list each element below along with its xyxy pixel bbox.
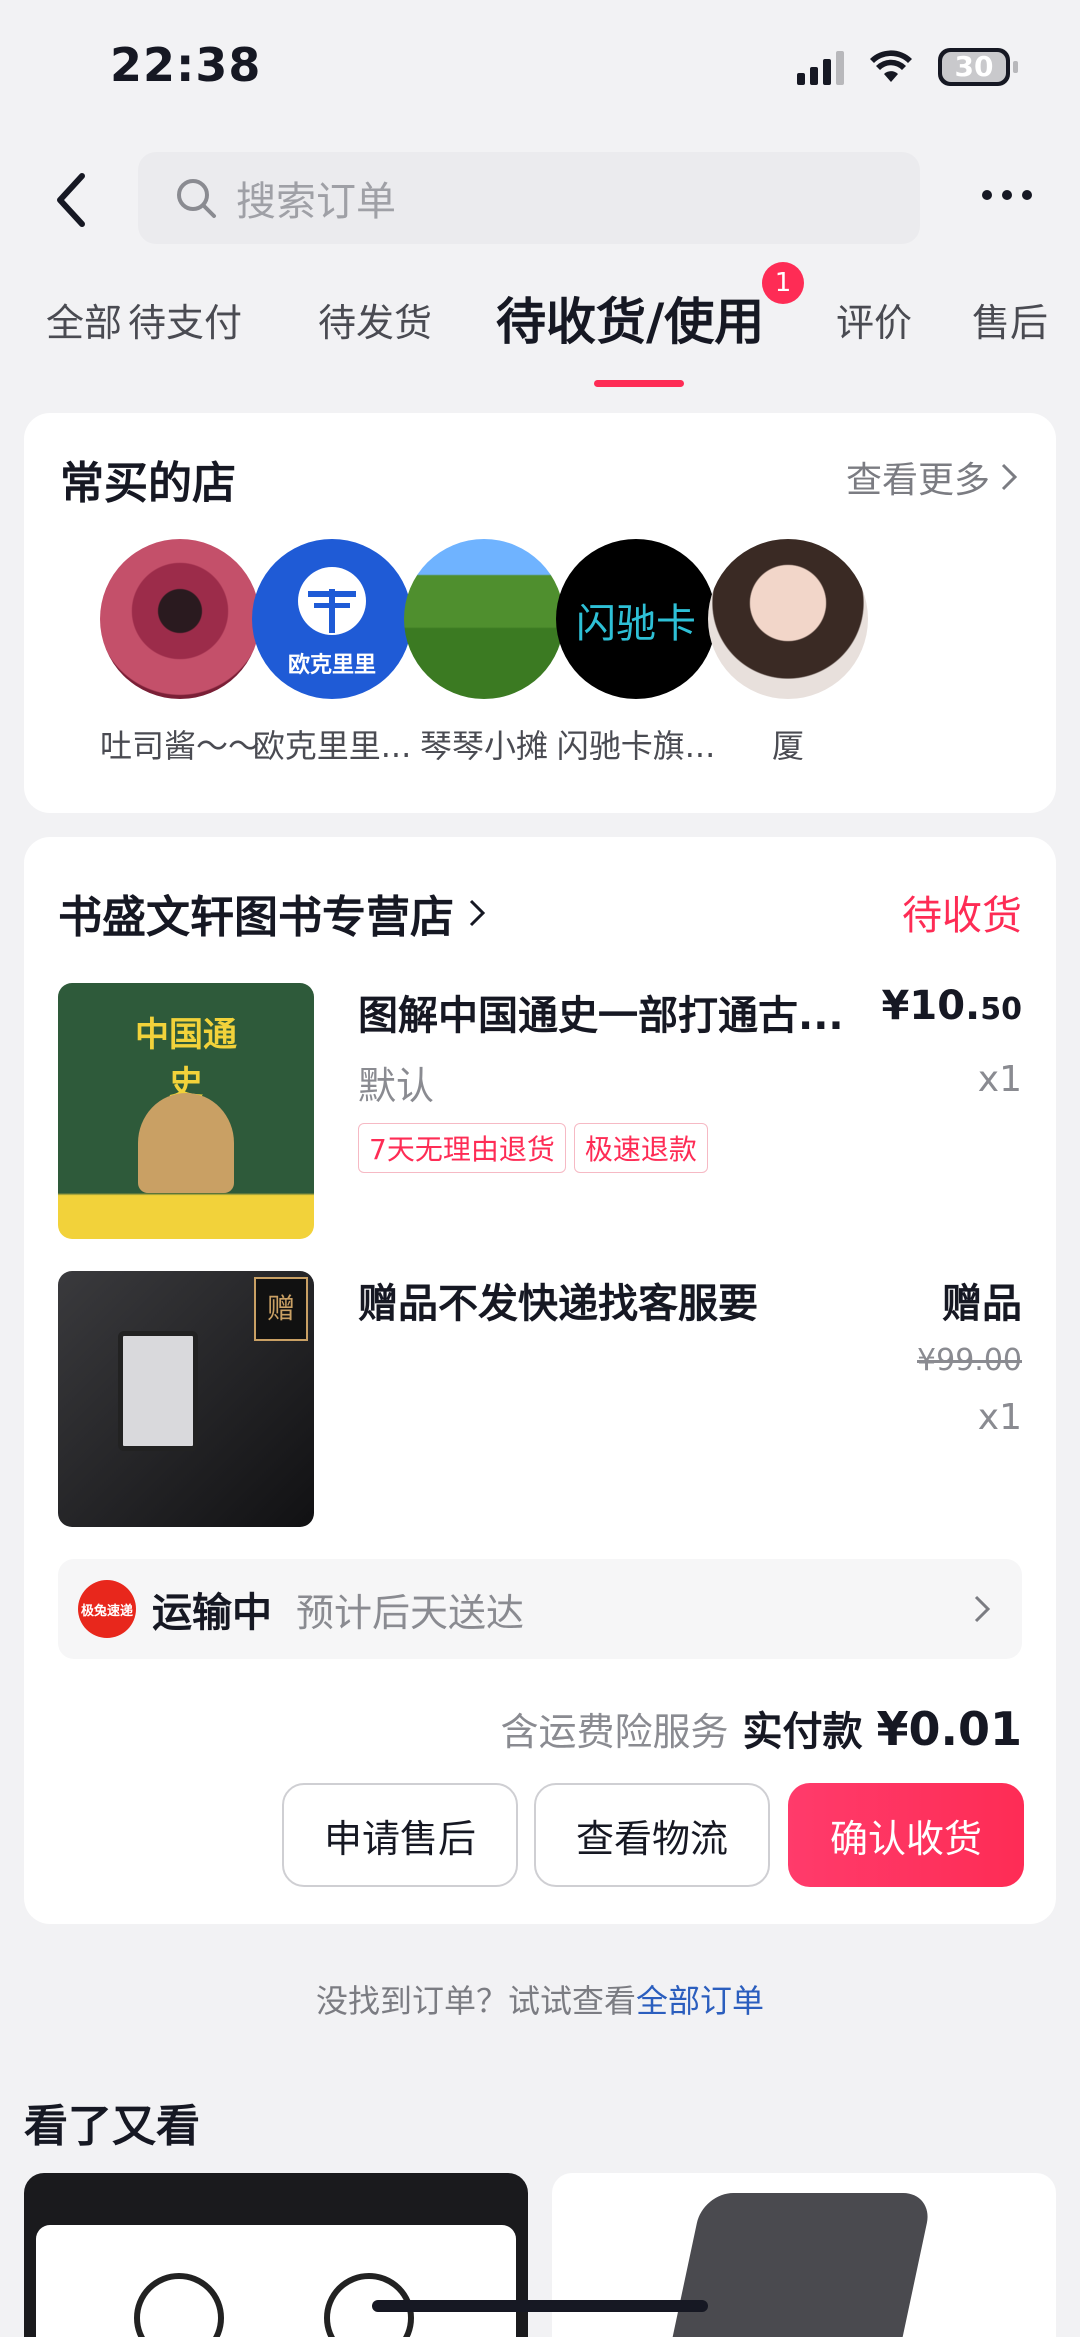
top-nav: 搜索订单 bbox=[0, 140, 1080, 260]
chevron-right-icon bbox=[469, 899, 486, 927]
tab-pending-payment[interactable]: 待支付 bbox=[128, 292, 268, 347]
tab-pending-receipt[interactable]: 待收货/使用 bbox=[496, 282, 764, 354]
tab-badge-count: 1 bbox=[762, 262, 804, 304]
chevron-right-icon bbox=[974, 1595, 991, 1623]
tab-after-sales[interactable]: 售后 bbox=[972, 292, 1048, 347]
payment-summary: 含运费险服务 实付款 ¥0.01 bbox=[500, 1699, 1022, 1757]
logistics-eta: 预计后天送达 bbox=[296, 1590, 525, 1635]
paid-label: 实付款 bbox=[742, 1709, 863, 1755]
see-more-link[interactable]: 查看更多 bbox=[846, 451, 1020, 503]
battery-level: 30 bbox=[954, 50, 994, 83]
product-spec: 默认 bbox=[358, 1064, 435, 1108]
order-item[interactable]: 中国通史 图解中国通史一部打通古... 默认 ¥10.50 x1 7天无理由退货… bbox=[58, 983, 1022, 1239]
more-options-icon[interactable] bbox=[982, 190, 1032, 200]
shop-name: 厦 bbox=[771, 727, 804, 765]
order-item-gift[interactable]: 赠 赠品不发快递找客服要 赠品 ¥99.00 x1 bbox=[58, 1271, 1022, 1527]
home-indicator[interactable] bbox=[372, 2300, 708, 2312]
paid-amount: ¥0.01 bbox=[876, 1702, 1022, 1756]
back-arrow-icon[interactable] bbox=[48, 170, 98, 230]
product-title: 图解中国通史一部打通古... bbox=[358, 993, 844, 1039]
gift-quantity: x1 bbox=[977, 1397, 1022, 1438]
frequent-shops-card: 常买的店 查看更多 吐司酱〜〜 欧克里里 欧克里里... 琴琴小摊 闪驰卡 闪驰… bbox=[24, 413, 1056, 813]
tag-fast-refund: 极速退款 bbox=[573, 1123, 708, 1173]
confirm-receipt-button[interactable]: 确认收货 bbox=[788, 1783, 1024, 1887]
shop-list: 吐司酱〜〜 欧克里里 欧克里里... 琴琴小摊 闪驰卡 闪驰卡旗... 厦 bbox=[24, 539, 1056, 789]
product-thumbnail: 中国通史 bbox=[58, 983, 314, 1239]
frequent-shops-title: 常买的店 bbox=[60, 458, 236, 509]
logistics-bar[interactable]: 极兔速递 运输中 预计后天送达 bbox=[58, 1559, 1022, 1659]
status-time: 22:38 bbox=[110, 38, 262, 92]
status-icons: 30 bbox=[797, 48, 1018, 86]
gift-label: 赠品 bbox=[942, 1281, 1022, 1327]
apply-after-sale-button[interactable]: 申请售后 bbox=[282, 1783, 518, 1887]
search-icon bbox=[177, 179, 216, 218]
status-bar: 22:38 30 bbox=[0, 0, 1080, 140]
wifi-icon bbox=[870, 50, 912, 82]
search-input[interactable]: 搜索订单 bbox=[138, 152, 920, 244]
shop-avatar bbox=[708, 539, 868, 699]
courier-logo: 极兔速递 bbox=[78, 1580, 136, 1638]
recommend-card[interactable] bbox=[552, 2173, 1056, 2337]
tab-all[interactable]: 全部 bbox=[46, 292, 122, 347]
tab-pending-shipment[interactable]: 待发货 bbox=[318, 292, 432, 347]
not-found-hint: 没找到订单？试试查看全部订单 bbox=[0, 1976, 1080, 2022]
product-price: ¥10.50 bbox=[881, 983, 1022, 1029]
order-card: 书盛文轩图书专营店 待收货 中国通史 图解中国通史一部打通古... 默认 ¥10… bbox=[24, 837, 1056, 1924]
shop-item[interactable]: 厦 bbox=[688, 539, 888, 767]
gift-title: 赠品不发快递找客服要 bbox=[358, 1281, 758, 1327]
see-more-label: 查看更多 bbox=[845, 460, 990, 501]
freight-insurance-label: 含运费险服务 bbox=[500, 1710, 729, 1754]
store-name: 书盛文轩图书专营店 bbox=[58, 892, 454, 943]
order-status: 待收货 bbox=[902, 893, 1022, 939]
active-tab-indicator bbox=[594, 380, 684, 387]
not-found-text: 没找到订单？试试查看 bbox=[315, 1982, 636, 2020]
store-name-link[interactable]: 书盛文轩图书专营店 bbox=[58, 881, 488, 945]
service-tags: 7天无理由退货 极速退款 bbox=[358, 1123, 708, 1173]
cellular-signal-icon bbox=[797, 49, 844, 85]
gift-thumbnail: 赠 bbox=[58, 1271, 314, 1527]
gift-original-price: ¥99.00 bbox=[917, 1343, 1022, 1378]
all-orders-link[interactable]: 全部订单 bbox=[636, 1982, 764, 2020]
search-placeholder: 搜索订单 bbox=[236, 179, 396, 225]
recommend-title: 看了又看 bbox=[24, 2101, 200, 2152]
product-quantity: x1 bbox=[977, 1059, 1022, 1100]
battery-icon: 30 bbox=[938, 48, 1018, 86]
recommend-card[interactable] bbox=[24, 2173, 528, 2337]
view-logistics-button[interactable]: 查看物流 bbox=[534, 1783, 770, 1887]
tag-7day-return: 7天无理由退货 bbox=[358, 1123, 566, 1173]
logistics-status: 运输中 bbox=[152, 1590, 272, 1636]
chevron-right-icon bbox=[1001, 463, 1018, 491]
order-tabs: 全部 待支付 待发货 待收货/使用 评价 售后 bbox=[0, 270, 1080, 390]
tab-review[interactable]: 评价 bbox=[836, 292, 912, 347]
